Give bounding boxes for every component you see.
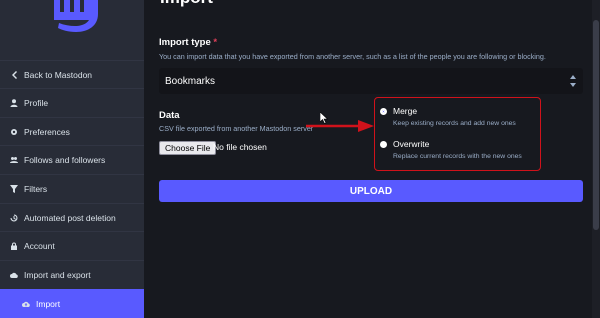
- sidebar-item-account[interactable]: Account: [0, 231, 144, 259]
- data-hint: CSV file exported from another Mastodon …: [159, 124, 314, 133]
- choose-file-button[interactable]: Choose File: [159, 141, 217, 155]
- filter-icon: [10, 184, 18, 193]
- page-title: Import: [160, 0, 213, 8]
- history-icon: [10, 214, 18, 222]
- users-icon: [10, 156, 18, 164]
- sidebar-item-preferences[interactable]: Preferences: [0, 117, 144, 145]
- required-marker: *: [213, 37, 218, 48]
- import-type-label-text: Import type: [159, 37, 211, 48]
- sidebar-item-label: Follows and followers: [24, 154, 106, 165]
- sidebar-item-filters[interactable]: Filters: [0, 174, 144, 202]
- cloud-icon: [10, 271, 18, 279]
- sidebar-item-label: Preferences: [24, 126, 70, 137]
- import-type-selected-value: Bookmarks: [165, 75, 216, 87]
- file-status-text: No file chosen: [213, 142, 267, 152]
- sidebar-item-label: Automated post deletion: [24, 212, 116, 223]
- upload-button[interactable]: UPLOAD: [159, 180, 583, 202]
- sidebar-item-import-and-export[interactable]: Import and export: [0, 260, 144, 288]
- cloud-upload-icon: [22, 300, 30, 308]
- sidebar-item-back-to-mastodon[interactable]: Back to Mastodon: [0, 60, 144, 88]
- select-arrows-icon: [570, 75, 576, 87]
- mastodon-logo-icon[interactable]: [42, 0, 102, 36]
- cog-icon: [10, 128, 18, 136]
- sidebar-item-import[interactable]: Import: [0, 289, 144, 318]
- sidebar-item-label: Filters: [24, 183, 48, 194]
- chevron-left-icon: [10, 70, 18, 79]
- import-type-hint: You can import data that you have export…: [159, 52, 546, 61]
- data-label: Data: [159, 110, 180, 121]
- sidebar-item-follows-and-followers[interactable]: Follows and followers: [0, 145, 144, 173]
- sidebar-item-label: Import: [36, 298, 61, 309]
- import-type-select[interactable]: Bookmarks: [159, 68, 583, 94]
- annotation-highlight-box: [374, 97, 541, 171]
- sidebar: Back to Mastodon Profile Preferences Fol…: [0, 0, 144, 318]
- mouse-cursor-icon: [320, 112, 328, 124]
- sidebar-item-label: Back to Mastodon: [24, 69, 93, 80]
- annotation-arrow-icon: [306, 120, 374, 132]
- sidebar-item-label: Import and export: [24, 269, 91, 280]
- sidebar-item-automated-post-deletion[interactable]: Automated post deletion: [0, 203, 144, 231]
- main-content: Import Import type * You can import data…: [144, 0, 600, 318]
- scrollbar-thumb[interactable]: [593, 20, 599, 230]
- sidebar-item-profile[interactable]: Profile: [0, 88, 144, 116]
- sidebar-item-label: Account: [24, 240, 55, 251]
- lock-icon: [10, 242, 18, 250]
- user-icon: [10, 98, 18, 107]
- sidebar-item-label: Profile: [24, 97, 49, 108]
- import-type-label: Import type *: [159, 37, 217, 48]
